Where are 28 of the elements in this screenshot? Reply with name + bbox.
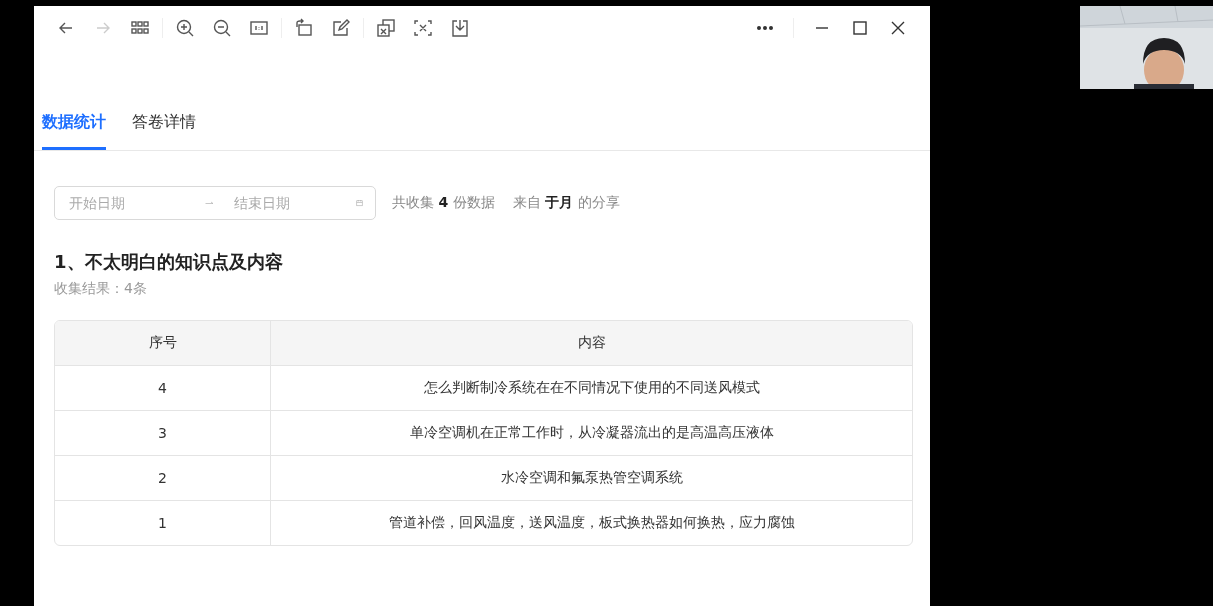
tab[interactable]: 答卷详情 [132,96,196,150]
date-range-field[interactable]: 开始日期 结束日期 [54,186,376,220]
maximize-icon[interactable] [850,18,870,38]
question-title: 1、不太明白的知识点及内容 [54,250,284,274]
table-cell: 1 [55,500,270,545]
table-cell: 4 [55,365,270,410]
download-icon[interactable] [450,18,470,38]
bracket-x-icon[interactable] [413,18,433,38]
rotate-icon[interactable] [294,18,314,38]
table-cell: 怎么判断制冷系统在在不同情况下使用的不同送风模式 [270,365,912,410]
column-header: 序号 [55,321,270,365]
table-cell: 3 [55,410,270,455]
copy-icon[interactable] [376,18,396,38]
actual-size-icon[interactable] [249,18,269,38]
summary-text: 共收集 4 份数据 [392,194,495,212]
edit-icon[interactable] [331,18,351,38]
table-cell: 单冷空调机在正常工作时，从冷凝器流出的是高温高压液体 [270,410,912,455]
column-header: 内容 [270,321,912,365]
zoom-in-icon[interactable] [175,18,195,38]
table-cell: 水冷空调和氟泵热管空调系统 [270,455,912,500]
summary-text: 来自 于月 的分享 [512,194,620,212]
start-date-input[interactable]: 开始日期 [67,194,191,212]
table-cell: 管道补偿，回风温度，送风温度，板式换热器如何换热，应力腐蚀 [270,500,912,545]
result-count: 收集结果：4条 [54,280,148,298]
tab[interactable]: 数据统计 [42,96,106,150]
table-cell: 2 [55,455,270,500]
zoom-out-icon[interactable] [212,18,232,38]
end-date-input[interactable]: 结束日期 [232,194,356,212]
